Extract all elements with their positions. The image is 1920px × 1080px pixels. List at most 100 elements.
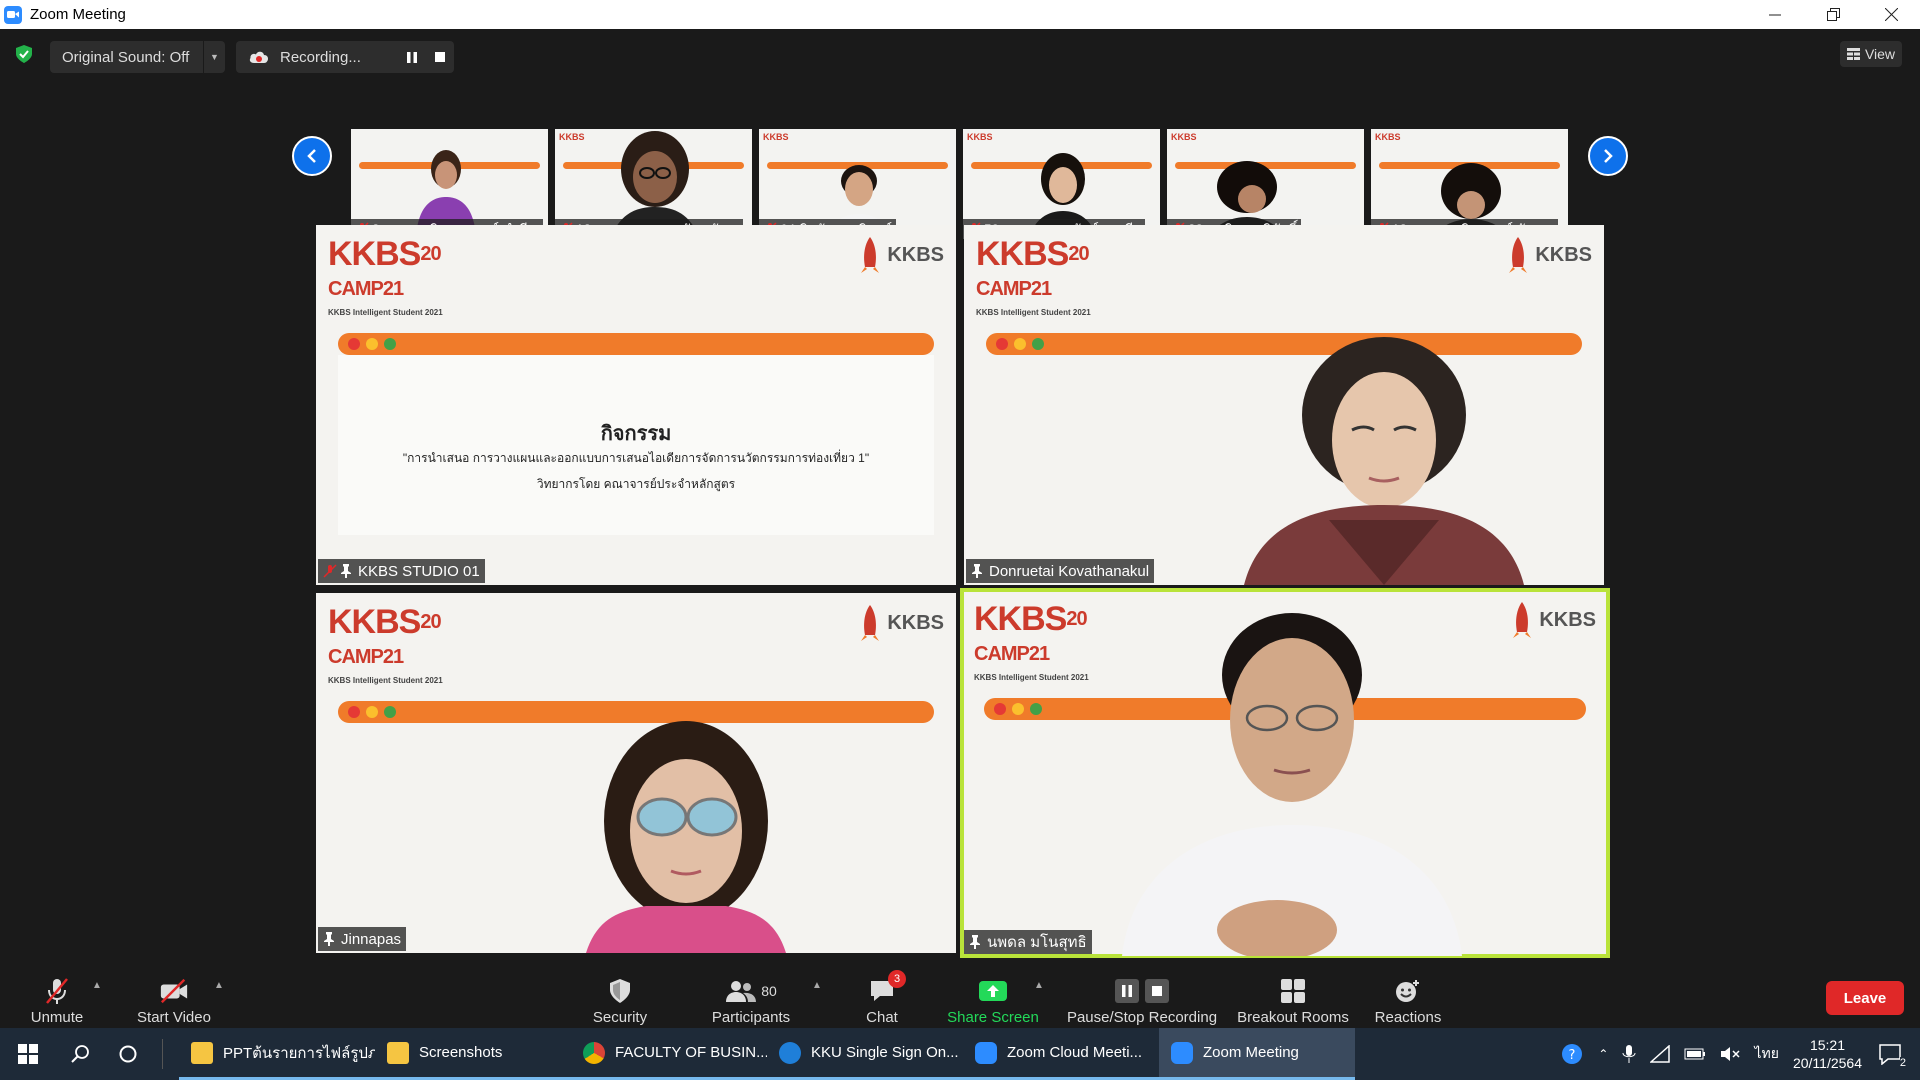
zoom-icon [1171,1041,1193,1064]
tile-namebar: KKBS STUDIO 01 [318,559,485,583]
tile-namebar: Donruetai Kovathanakul [966,559,1155,583]
participants-count: 80 [761,983,777,999]
participant-thumbnail[interactable]: KKBS 28-มานิดา ภูมิภักดิ์ [1166,128,1365,240]
start-video-button[interactable]: Start Video [130,972,218,1026]
view-button[interactable]: View [1840,41,1902,67]
slide-window-bar [338,333,934,355]
windows-start-icon[interactable] [0,1028,56,1080]
original-sound-label: Original Sound: Off [62,48,190,66]
pause-stop-recording-button[interactable]: Pause/Stop Recording [1064,972,1220,1026]
taskbar-app-edge[interactable]: KKU Single Sign On... [767,1028,963,1080]
red-dot [348,706,360,718]
participant-thumbnail[interactable]: KKBS 50-นางสาวสรารัตน์ มูลเพีย [962,128,1161,240]
window-title: Zoom Meeting [30,6,126,23]
battery-icon[interactable] [1684,1047,1706,1061]
chevron-right-icon [1604,149,1613,163]
wifi-icon[interactable] [1650,1045,1671,1063]
close-button[interactable] [1862,0,1920,29]
system-tray: ? ⌃ ไทย 15:21 20/11/2564 2 [1560,1028,1920,1080]
folder-icon [191,1041,213,1064]
view-label: View [1864,46,1896,62]
logo-subtitle: KKBS Intelligent Student 2021 [976,308,1091,317]
windows-taskbar: PPTต้นรายการไฟล์รูปภ... Screenshots FACU… [0,1028,1920,1080]
folder-icon [387,1041,409,1064]
logo-text: KKBS [974,600,1067,638]
previous-page-button[interactable] [292,136,332,176]
taskbar-app-chrome[interactable]: FACULTY OF BUSIN... [571,1028,767,1080]
breakout-rooms-button[interactable]: Breakout Rooms [1236,972,1350,1026]
taskbar-app-zoom-cloud[interactable]: Zoom Cloud Meeti... [963,1028,1159,1080]
taskbar-app-zoom-meeting[interactable]: Zoom Meeting [1159,1028,1355,1080]
chevron-up-icon[interactable]: ▲ [812,980,822,991]
video-tile-donruetai[interactable]: KKBS20 CAMP21 KKBS Intelligent Student 2… [964,225,1604,585]
stop-recording-button[interactable] [426,41,454,73]
security-label: Security [592,1009,648,1026]
kkbs-camp-logo: KKBS20 CAMP21 KKBS Intelligent Student 2… [974,602,1089,683]
participant-thumbnail[interactable]: KKBS 64-ธินวัตร วารินทร์ [758,128,957,240]
tile-name: Jinnapas [341,930,402,948]
reactions-button[interactable]: Reactions [1372,972,1444,1026]
chevron-down-icon[interactable]: ▼ [203,41,225,73]
leave-button[interactable]: Leave [1826,981,1904,1015]
encryption-shield-icon[interactable] [14,44,34,64]
video-tile-kkbs-studio[interactable]: KKBS20 CAMP21 KKBS Intelligent Student 2… [316,225,956,585]
logo-year-bottom: 21 [1030,278,1052,300]
cortana-icon[interactable] [104,1028,152,1080]
notifications-button[interactable]: 2 [1876,1039,1906,1069]
chevron-up-icon[interactable]: ▲ [92,980,102,991]
security-button[interactable]: Security [584,972,656,1026]
participant-thumbnail[interactable]: 8.นางสาวจิตตราภรณ์ คำสี... [350,128,549,240]
next-page-button[interactable] [1588,136,1628,176]
participants-button[interactable]: 80 Participants [706,972,796,1026]
original-sound-toggle[interactable]: Original Sound: Off ▼ [50,41,225,73]
unmute-button[interactable]: Unmute [22,972,92,1026]
chevron-left-icon [307,149,316,163]
chevron-up-icon[interactable]: ▲ [1034,980,1044,991]
share-screen-button[interactable]: Share Screen [944,972,1042,1026]
clock[interactable]: 15:21 20/11/2564 [1793,1036,1862,1072]
speaker-muted-icon[interactable] [1720,1046,1741,1062]
input-language[interactable]: ไทย [1754,1043,1778,1065]
edge-icon [779,1041,801,1064]
kkbs-right-logo: KKBS [1513,602,1596,638]
chevron-up-icon[interactable]: ▲ [214,980,224,991]
tile-namebar: Jinnapas [318,927,407,951]
chat-label: Chat [866,1009,898,1026]
shield-icon [605,977,635,1005]
slide-line-2: วิทยากรโดย คณาจารย์ประจำหลักสูตร [536,477,736,491]
rocket-icon [1509,237,1528,273]
video-tile-jinnapas[interactable]: KKBS20 CAMP21 KKBS Intelligent Student 2… [316,593,956,953]
logo-camp: CAMP [976,278,1032,300]
search-icon[interactable] [56,1028,104,1080]
logo-text: KKBS [328,603,421,641]
microphone-icon[interactable] [1622,1044,1636,1064]
participant-thumbnail[interactable]: KKBS 12. นางสาวพรรณภัทร กัน... [554,128,753,240]
logo-year-top: 20 [420,243,441,265]
mini-logo: KKBS [559,132,585,142]
slide-line-1: "การนำเสนอ การวางแผนและออกแบบการเสนอไอเด… [402,451,870,465]
slide-heading: กิจกรรม [600,423,672,445]
pin-icon [970,935,980,949]
chrome-icon [583,1041,605,1064]
restore-button[interactable] [1804,0,1862,29]
help-icon[interactable]: ? [1560,1042,1584,1066]
notification-count: 2 [1899,1057,1906,1069]
logo-camp: CAMP [974,643,1030,665]
green-dot [1030,703,1042,715]
rocket-icon [1513,602,1532,638]
kkbs-camp-logo: KKBS20 CAMP21 KKBS Intelligent Student 2… [976,237,1091,318]
participant-thumbnail[interactable]: KKBS 13.นางสาวณิชกานต์ กันม... [1370,128,1569,240]
taskbar-app-ppt-folder[interactable]: PPTต้นรายการไฟล์รูปภ... [179,1028,375,1080]
logo-text: KKBS [976,235,1069,273]
minimize-button[interactable] [1746,0,1804,29]
taskbar-app-label: Zoom Meeting [1203,1044,1299,1061]
tile-name: Donruetai Kovathanakul [989,562,1150,580]
notification-icon [1879,1044,1901,1065]
tile-namebar: นพดล มโนสุทธิ [964,930,1092,954]
pause-recording-button[interactable] [398,41,426,73]
chevron-up-icon[interactable]: ⌃ [1598,1047,1608,1061]
logo-year-bottom: 21 [382,646,404,668]
slide-window-bar [338,701,934,723]
taskbar-app-screenshots[interactable]: Screenshots [375,1028,571,1080]
video-tile-active-speaker[interactable]: KKBS20 CAMP21 KKBS Intelligent Student 2… [960,588,1610,958]
